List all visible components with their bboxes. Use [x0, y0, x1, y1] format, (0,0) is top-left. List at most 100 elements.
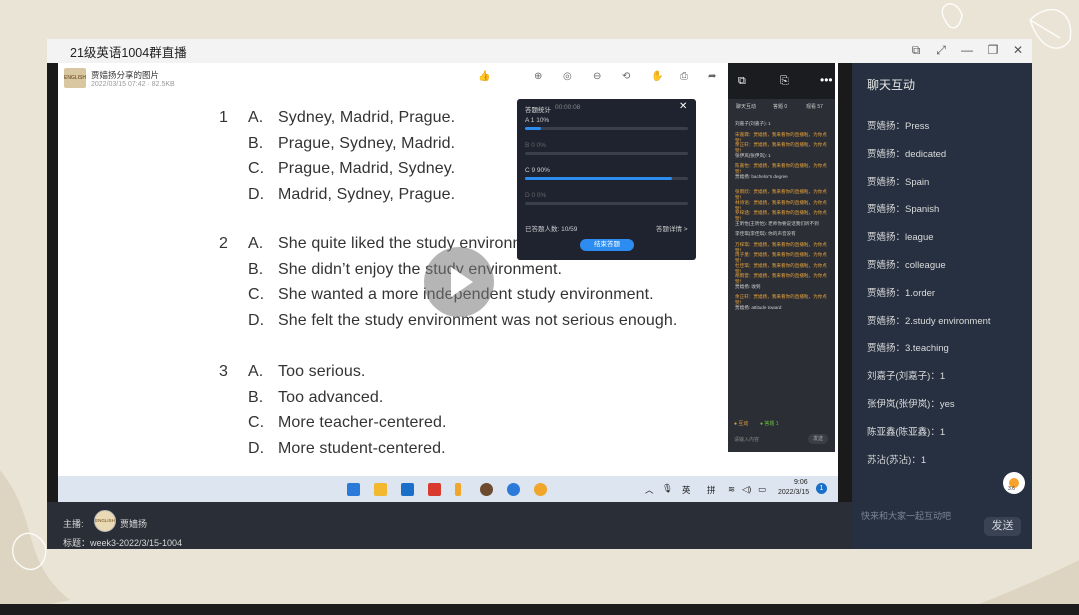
tab-chat[interactable]: 聊天互动	[736, 103, 756, 110]
rotate-icon[interactable]: ⟲	[622, 71, 630, 82]
end-answer-button[interactable]: 结束答题	[580, 239, 634, 251]
mini-chat-input[interactable]: 请输入内容	[734, 436, 759, 443]
mini-chat-message: 王昕怡(王昕怡): 老师你要说话我们听不到	[735, 220, 819, 226]
answer-option-label: D 0 0%	[525, 192, 547, 199]
chat-message: 贾嫱扬：1.order	[867, 287, 936, 299]
dingtalk-icon[interactable]	[507, 483, 520, 496]
option-text: Prague, Madrid, Sydney.	[278, 160, 456, 177]
zoom-out-icon[interactable]: ⊖	[593, 71, 601, 82]
answer-option-label: A 1 10%	[525, 117, 550, 124]
fit-icon[interactable]: ◎	[563, 71, 572, 82]
answer-progress-fill	[525, 177, 672, 180]
answer-option-label: B 0 0%	[525, 142, 546, 149]
option-letter: B.	[248, 388, 264, 406]
store-icon[interactable]	[401, 483, 414, 496]
hand-icon[interactable]: ✋	[651, 71, 663, 82]
chat-message: 贾嫱扬：colleague	[867, 260, 946, 271]
close-icon[interactable]: ✕	[679, 101, 687, 112]
option-letter: C.	[248, 414, 265, 431]
question-number: 1	[219, 109, 228, 126]
option-letter: A.	[248, 109, 264, 126]
answer-stats-panel: 答题统计 00:00:08 ✕ A 1 10% B 0 0% C 9 90% D 0 …	[517, 99, 696, 260]
more-icon[interactable]: •••	[820, 73, 833, 87]
answer-progress-track	[525, 127, 688, 130]
send-button[interactable]: 发送	[984, 517, 1021, 536]
battery-icon[interactable]: ▭	[758, 484, 766, 495]
option-letter: C.	[248, 160, 265, 177]
clock-date: 2022/3/15	[778, 489, 810, 496]
start-icon[interactable]	[347, 483, 360, 496]
microphone-icon[interactable]: 🎙	[662, 483, 673, 494]
file-explorer-icon[interactable]	[374, 483, 387, 496]
option-text: She quite liked the study environment.	[278, 235, 554, 252]
answer-detail-link[interactable]: 答题详情 >	[656, 223, 688, 233]
side-chat-panel: 聊天互动 贾嫱扬：Press 贾嫱扬：dedicated 贾嫱扬：Spain 贾嫱扬：…	[852, 63, 1032, 549]
popout-icon[interactable]: ⧉	[906, 41, 926, 59]
fullscreen-icon[interactable]: ⤢	[931, 41, 951, 59]
option-text: She felt the study environment was not s…	[278, 311, 678, 329]
chat-message: 刘嘉子(刘嘉子)：1	[867, 371, 946, 383]
like-tool-icon[interactable]: 👍	[478, 71, 490, 82]
zoom-in-icon[interactable]: ⊕	[534, 71, 542, 82]
chat-message: 陈亚鑫(陈亚鑫)：1	[867, 426, 946, 438]
mini-chat-panel: ⧉ ⎘ ••• 聊天互动 答题 0 观看 57 刘嘉子(刘嘉子): 1 宋嘉霖：贾…	[728, 63, 835, 452]
clock-time: 9:06	[794, 479, 808, 486]
chat-message: 苏沾(苏沾)：1	[867, 454, 927, 466]
mini-chat-message: 贾嫱扬: 收到	[735, 283, 761, 289]
mini-send-button[interactable]: 发送	[808, 434, 828, 444]
option-letter: D.	[248, 439, 265, 457]
card-icon[interactable]: ⧉	[738, 75, 746, 88]
bottom-strip	[0, 604, 1079, 615]
video-stage: ENGLISH 贾嫱扬分享的图片 2022/03/15 07:42 · 82.5…	[47, 63, 852, 502]
tab-viewers[interactable]: 观看 57	[806, 103, 823, 110]
live-subject: 标题：week3-2022/3/15-1004	[63, 538, 183, 548]
chat-message: 贾嫱扬：3.teaching	[867, 343, 949, 355]
side-chat-input[interactable]: 快来和大家一起互动吧	[861, 509, 951, 522]
live-window: 21级英语1004群直播 ⧉ ⤢ — ❐ ✕ ENGLISH 贾嫱扬分享的图片 …	[47, 39, 1032, 549]
chevron-up-icon[interactable]: ︿	[645, 484, 654, 496]
play-icon[interactable]	[424, 247, 494, 317]
chat-message: 张伊岚(张伊岚)：yes	[867, 399, 955, 410]
wifi-icon[interactable]: ≋	[728, 484, 735, 495]
volume-icon[interactable]: ◁)	[742, 484, 751, 495]
mini-chat-option[interactable]: ● 答题 1	[760, 420, 779, 427]
chat-message: 贾嫱扬：Press	[867, 121, 930, 132]
option-letter: C.	[248, 286, 265, 303]
mini-chat-toolbar: ⧉ ⎘ •••	[728, 63, 835, 99]
option-text: More teacher-centered.	[278, 414, 447, 431]
avatar[interactable]: ENGLISH	[94, 510, 116, 532]
print-icon[interactable]: ⎙	[680, 71, 688, 82]
taskbar: ︿ 🎙 英 拼 ≋ ◁) ▭ 9:06 2022/3/15 1	[58, 476, 838, 502]
minimize-icon[interactable]: —	[957, 41, 977, 59]
notification-badge[interactable]: 1	[816, 483, 827, 494]
answer-progress-track	[525, 177, 688, 180]
option-letter: D.	[248, 311, 265, 329]
share-screen-icon[interactable]: ⎘	[780, 75, 789, 88]
app-icon[interactable]	[455, 483, 461, 496]
mini-chat-message: 李佳琪(李佳琪): 你的声音没有	[735, 231, 796, 236]
host-label: 主播:	[63, 519, 84, 529]
wps-icon[interactable]	[428, 483, 441, 496]
ime-mode[interactable]: 拼	[707, 484, 716, 496]
shared-document: ENGLISH 贾嫱扬分享的图片 2022/03/15 07:42 · 82.5…	[58, 63, 838, 476]
close-icon[interactable]: ✕	[1008, 41, 1028, 59]
option-text: Too serious.	[278, 363, 366, 380]
tab-answer[interactable]: 答题 0	[773, 103, 787, 110]
mini-chat-message: 贾嫱扬: bachelor's degree	[735, 173, 788, 179]
answer-option-label: C 9 90%	[525, 167, 550, 174]
answer-progress-fill	[525, 127, 542, 130]
option-text: Madrid, Sydney, Prague.	[278, 185, 456, 203]
app-icon[interactable]	[480, 483, 493, 496]
answer-progress-track	[525, 152, 688, 155]
chat-message: 贾嫱扬：Spanish	[867, 204, 940, 216]
mini-chat-option[interactable]: ● 互动	[734, 420, 748, 427]
share-icon[interactable]: ➦	[708, 71, 716, 82]
chat-message: 贾嫱扬：dedicated	[867, 148, 947, 160]
question-number: 2	[219, 235, 228, 252]
option-text: Sydney, Madrid, Prague.	[278, 109, 456, 126]
chat-message: 贾嫱扬：Spain	[867, 176, 930, 188]
side-chat-title: 聊天互动	[867, 78, 916, 92]
app-icon[interactable]	[534, 483, 547, 496]
ime-language[interactable]: 英	[682, 484, 691, 496]
restore-icon[interactable]: ❐	[983, 41, 1003, 59]
